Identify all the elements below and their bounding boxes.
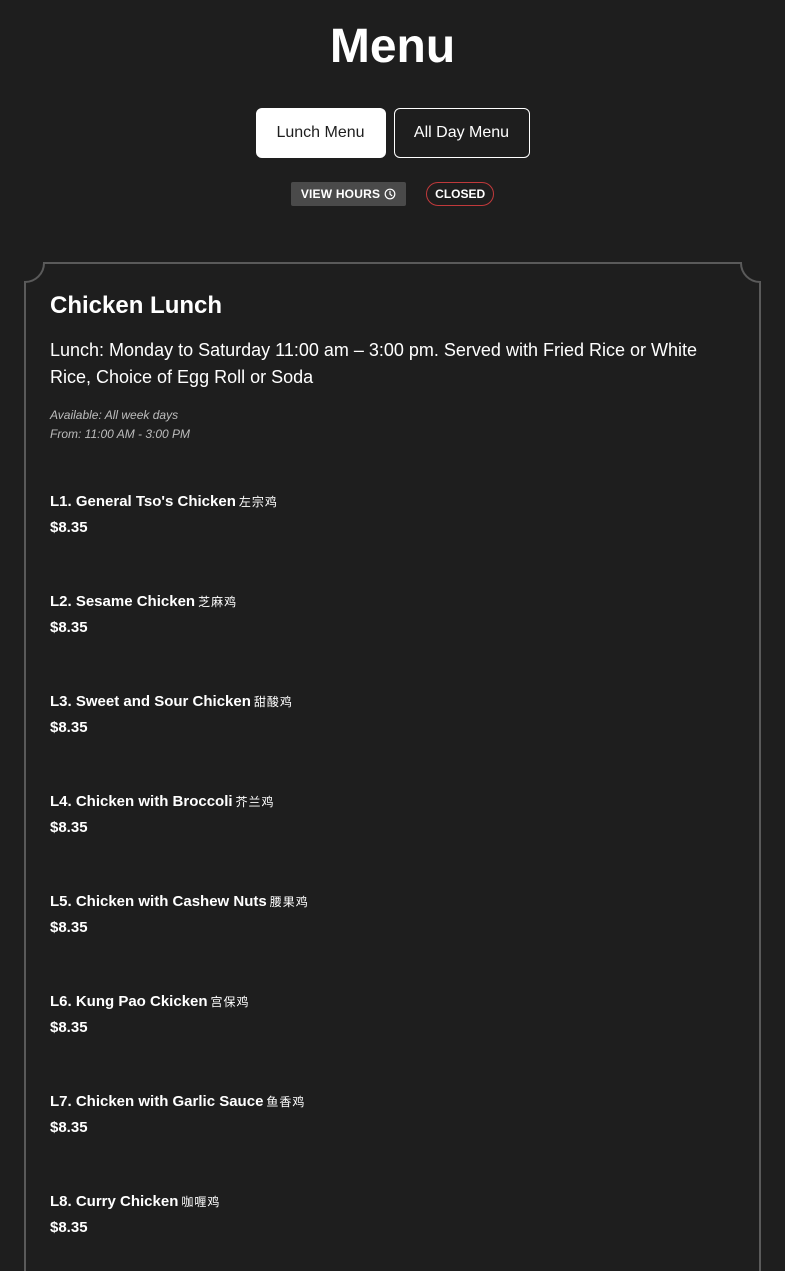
item-name: L5. Chicken with Cashew Nuts 腰果鸡 xyxy=(50,893,309,910)
menu-item[interactable]: L6. Kung Pao Ckicken 宫保鸡 $8.35 xyxy=(50,993,250,1037)
item-name: L4. Chicken with Broccoli 芥兰鸡 xyxy=(50,793,275,810)
menu-item[interactable]: L1. General Tso's Chicken 左宗鸡 $8.35 xyxy=(50,493,278,537)
menu-item[interactable]: L4. Chicken with Broccoli 芥兰鸡 $8.35 xyxy=(50,793,275,837)
item-price: $8.35 xyxy=(50,1119,88,1136)
availability-info: Available: All week days From: 11:00 AM … xyxy=(50,406,190,444)
menu-item[interactable]: L2. Sesame Chicken 芝麻鸡 $8.35 xyxy=(50,593,237,637)
available-days: Available: All week days xyxy=(50,408,179,422)
item-price: $8.35 xyxy=(50,1219,88,1236)
item-chinese-name: 芥兰鸡 xyxy=(235,795,275,809)
tab-lunch-menu[interactable]: Lunch Menu xyxy=(255,108,386,158)
status-badge: CLOSED xyxy=(426,182,495,206)
menu-item[interactable]: L3. Sweet and Sour Chicken 甜酸鸡 $8.35 xyxy=(50,693,293,737)
view-hours-button[interactable]: VIEW HOURS xyxy=(290,182,407,206)
item-price: $8.35 xyxy=(50,619,88,636)
item-price: $8.35 xyxy=(50,819,88,836)
menu-item[interactable]: L7. Chicken with Garlic Sauce 鱼香鸡 $8.35 xyxy=(50,1093,305,1137)
item-name: L1. General Tso's Chicken 左宗鸡 xyxy=(50,493,278,510)
item-chinese-name: 鱼香鸡 xyxy=(266,1095,306,1109)
menu-item[interactable]: L5. Chicken with Cashew Nuts 腰果鸡 $8.35 xyxy=(50,893,309,937)
section-description: Lunch: Monday to Saturday 11:00 am – 3:0… xyxy=(50,340,697,387)
item-name: L6. Kung Pao Ckicken 宫保鸡 xyxy=(50,993,250,1010)
item-price: $8.35 xyxy=(50,1019,88,1036)
item-chinese-name: 芝麻鸡 xyxy=(198,595,238,609)
item-chinese-name: 咖喱鸡 xyxy=(181,1195,221,1209)
item-price: $8.35 xyxy=(50,519,88,536)
item-name: L3. Sweet and Sour Chicken 甜酸鸡 xyxy=(50,693,293,710)
item-chinese-name: 左宗鸡 xyxy=(238,495,278,509)
item-chinese-name: 宫保鸡 xyxy=(210,995,250,1009)
item-chinese-name: 腰果鸡 xyxy=(269,895,309,909)
menu-section-card: Chicken Lunch Lunch: Monday to Saturday … xyxy=(24,262,761,1271)
tab-all-day-menu[interactable]: All Day Menu xyxy=(393,108,530,158)
page-title: Menu xyxy=(329,20,456,73)
item-name: L2. Sesame Chicken 芝麻鸡 xyxy=(50,593,238,610)
item-chinese-name: 甜酸鸡 xyxy=(253,695,293,709)
clock-icon xyxy=(384,188,396,200)
status-row: VIEW HOURS CLOSED xyxy=(0,182,785,206)
item-name: L8. Curry Chicken 咖喱鸡 xyxy=(50,1193,221,1210)
available-hours: From: 11:00 AM - 3:00 PM xyxy=(50,427,191,441)
menu-page: Menu Lunch Menu All Day Menu VIEW HOURS … xyxy=(0,0,785,1271)
view-hours-label: VIEW HOURS xyxy=(300,187,381,201)
item-price: $8.35 xyxy=(50,719,88,736)
menu-item[interactable]: L8. Curry Chicken 咖喱鸡 $8.35 xyxy=(50,1193,220,1237)
item-name: L7. Chicken with Garlic Sauce 鱼香鸡 xyxy=(50,1093,306,1110)
item-price: $8.35 xyxy=(50,919,88,936)
section-title: Chicken Lunch xyxy=(50,292,223,319)
menu-tabs: Lunch Menu All Day Menu xyxy=(0,108,785,158)
